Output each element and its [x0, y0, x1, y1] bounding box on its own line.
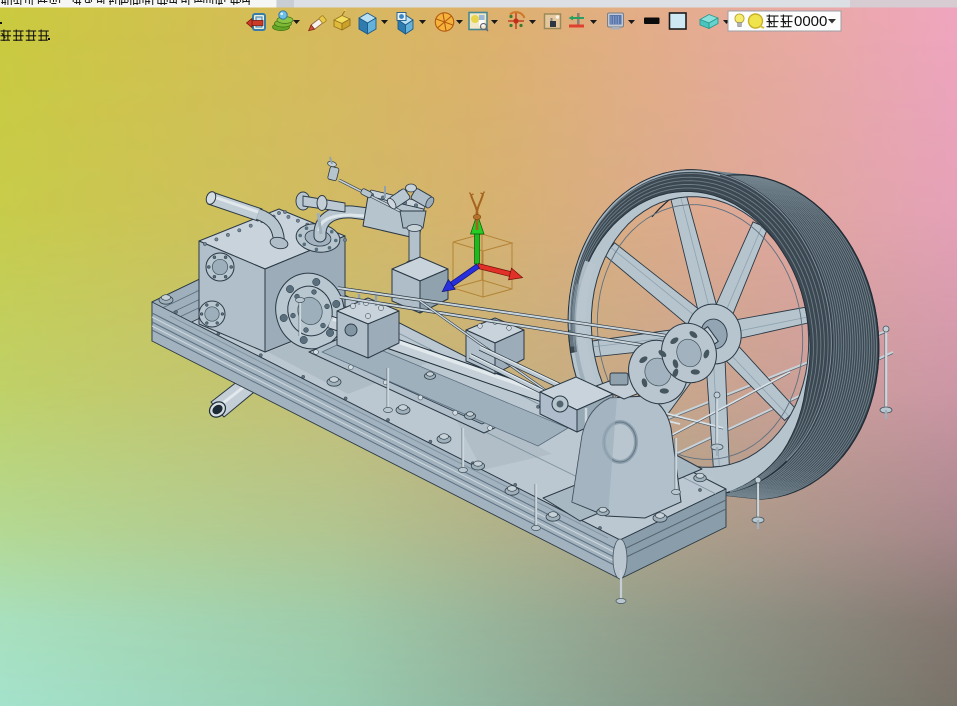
svg-text:0000: 0000: [794, 13, 827, 30]
